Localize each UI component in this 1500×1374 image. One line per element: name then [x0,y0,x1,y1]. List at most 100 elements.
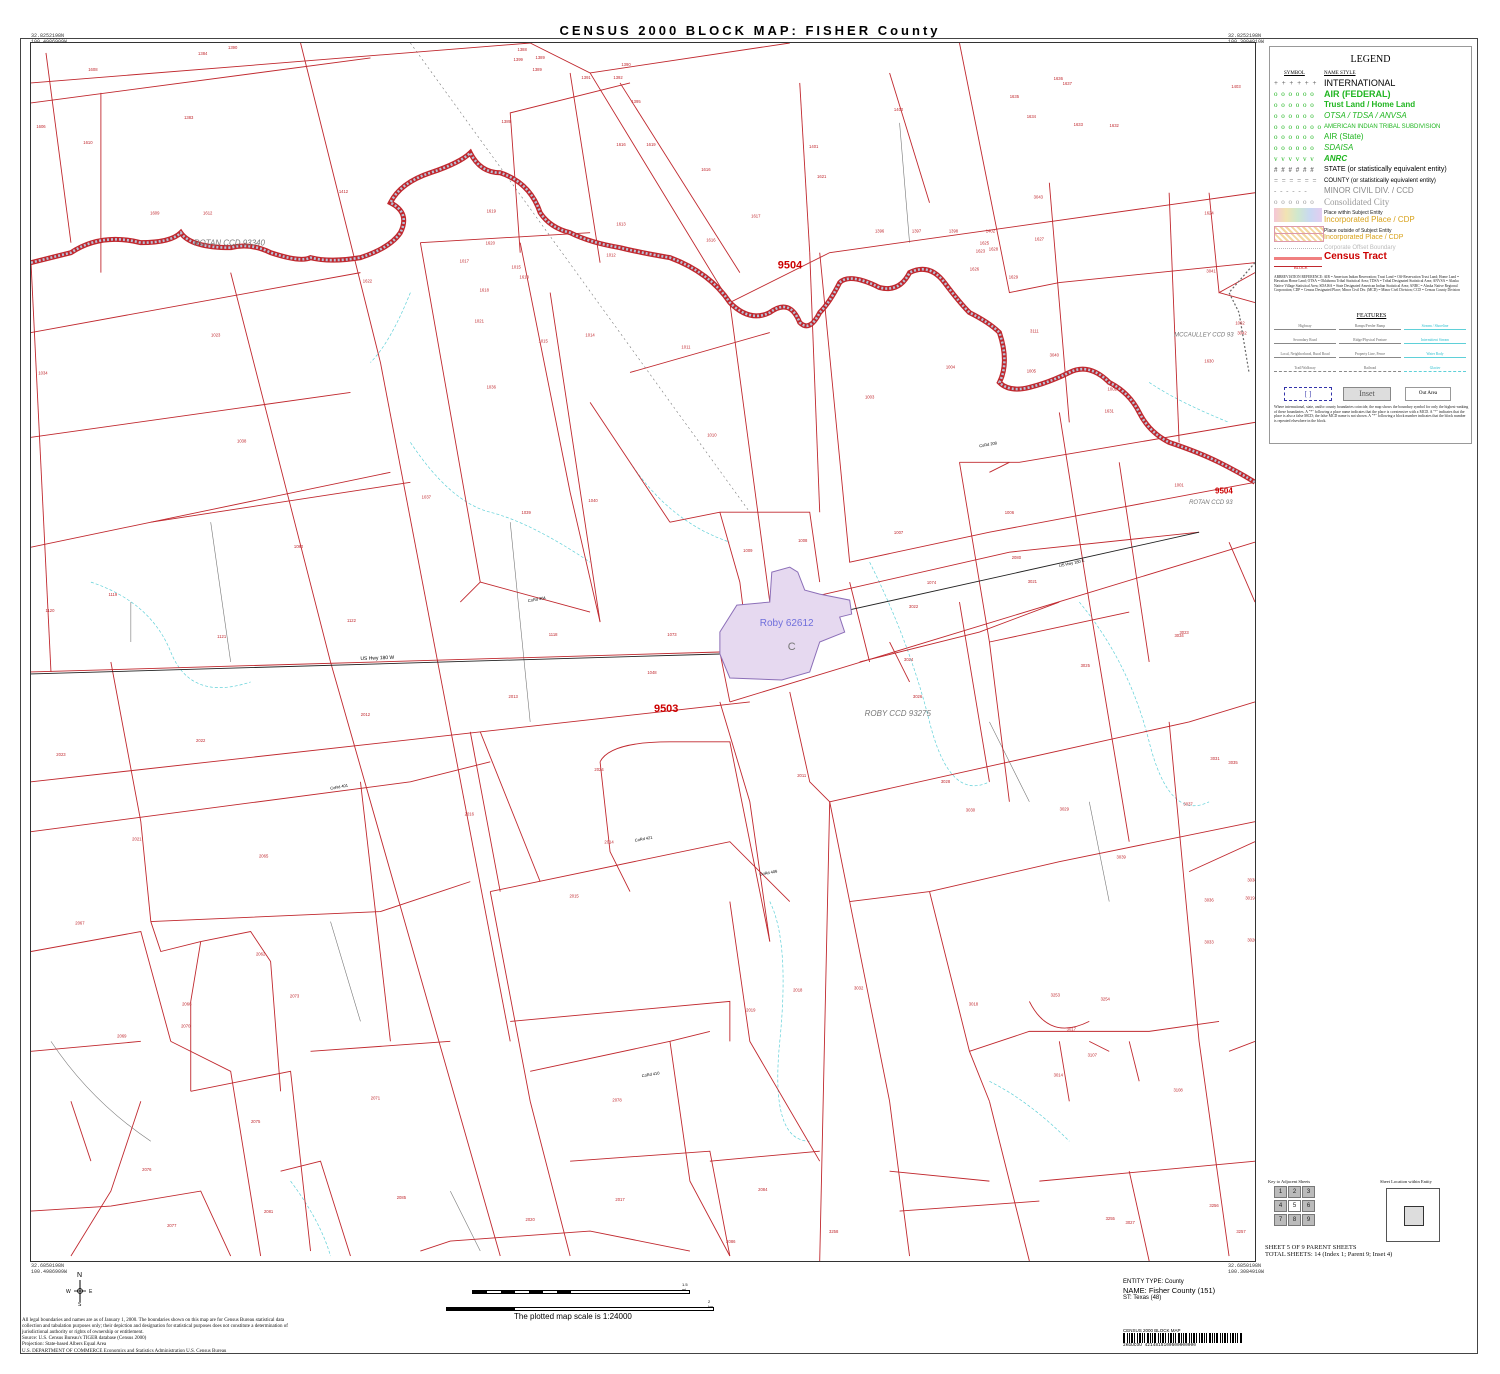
barcode-bar [1183,1333,1184,1343]
barcode-bar [1214,1333,1215,1343]
block-number-label: 2086 [726,1239,736,1244]
block-number-label: 1616 [701,167,711,172]
adjacent-sheet-cell[interactable]: 9 [1302,1214,1315,1226]
major-roads [31,531,1200,675]
block-number-label: 3014 [1054,1072,1064,1077]
legend-name-header: NAME STYLE [1324,71,1356,76]
adjacent-sheet-cell[interactable]: 8 [1288,1214,1301,1226]
scale-segment [543,1291,557,1293]
legend-name: INTERNATIONAL [1324,78,1396,88]
block-number-label: 1120 [45,608,55,613]
barcode-bar [1222,1333,1223,1343]
feature-item: Highway [1274,323,1336,330]
block-number-label: 1630 [1204,358,1214,363]
county-line-river [31,148,1255,485]
block-number-label: 1613 [616,222,626,227]
feature-item: Local, Neighborhood, Rural Road [1274,351,1336,358]
barcode-bar [1142,1333,1143,1343]
block-number-label: 2070 [181,1023,191,1028]
block-map[interactable]: 1384 1388 1399 1608 1606 1389 1389 1390 1390 1392… [30,42,1256,1262]
block-number-label: 3035 [1228,760,1238,765]
legend-symbol: o o o o o o [1274,133,1315,141]
barcode-bar [1191,1333,1192,1343]
legend-symbol [1274,233,1324,242]
inset-box: Inset [1343,387,1391,401]
block-number-label: 1062 [1235,321,1245,326]
block-number-label: 2021 [132,837,142,842]
adjacent-sheet-cell[interactable]: 1 [1274,1186,1287,1198]
block-number-label: 1074 [927,580,937,585]
sheet-total: TOTAL SHEETS: 14 (Index 1; Parent 9; Ins… [1265,1251,1393,1258]
adjacent-sheet-cell[interactable]: 3 [1302,1186,1315,1198]
block-number-label: 1039 [522,510,532,515]
barcode-bar [1212,1333,1213,1343]
scale-km-unit: 2 km [708,1299,714,1309]
block-number-label: 2013 [509,694,519,699]
block-number-label: 1389 [536,55,546,60]
block-number-label: 1627 [1035,237,1045,242]
scale-segment [529,1291,543,1293]
block-number-label: 1619 [646,142,656,147]
barcode-bar [1170,1333,1172,1343]
adjacent-sheet-cell[interactable]: 4 [1274,1200,1287,1212]
key-adjacent-grid[interactable]: 123 456 789 [1274,1186,1316,1228]
adjacent-sheet-cell[interactable]: 7 [1274,1214,1287,1226]
legend-name: COUNTY (or statistically equivalent enti… [1324,178,1436,184]
sheet-location-box [1386,1188,1440,1242]
legend-name: MINOR CIVIL DIV. / CCD [1324,186,1414,195]
road-label: CoRd 410 [641,1070,660,1078]
block-number-label: 2012 [361,712,371,717]
barcode-bar [1206,1333,1207,1343]
block-number-label: 1392 [613,75,623,80]
block-number-label: 2066 [182,1001,192,1006]
census-tract-label: 9503 [654,703,678,715]
compass-rose-icon [74,1280,86,1302]
compass-e: E [89,1289,93,1295]
legend-footnote: Where international, state, and/or count… [1274,405,1469,423]
block-number-label: 3025 [1081,663,1091,668]
block-number-label: 2078 [612,1097,622,1102]
barcode-bar [1129,1333,1130,1343]
legend-name: Incorporated Place / CDP [1324,234,1404,241]
block-number-label: 2067 [75,921,85,926]
block-number-label: 3257 [1236,1229,1246,1234]
barcode-bar [1147,1333,1149,1343]
block-number-label: 1023 [211,333,221,338]
adjacent-sheet-cell[interactable]: 6 [1302,1200,1315,1212]
block-number-label: 3032 [854,985,864,990]
block-number-label: 1004 [946,364,956,369]
legend-symbol: o o o o o o [1274,90,1315,98]
legend-name: AIR (State) [1324,132,1364,141]
coord-bottom-right: 32.6850198N 100.3084910W [1228,1263,1265,1275]
block-number-label: 1001 [1174,482,1184,487]
block-number-label: 1122 [347,618,357,623]
barcode-bar [1137,1333,1138,1343]
block-number-label: 2076 [142,1167,152,1172]
legend-symbol: v v v v v v [1274,155,1315,163]
barcode-bar [1235,1333,1236,1343]
legend-name: BLOCK [1294,265,1308,270]
ccd-label: ROTAN CCD 93 [1189,500,1233,506]
block-number-label: 1007 [894,530,904,535]
adjacent-sheet-cell[interactable]: 5 [1288,1200,1301,1212]
block-number-label: 2018 [793,987,803,992]
adjacent-sheet-cell[interactable]: 2 [1288,1186,1301,1198]
barcode-bar [1168,1333,1169,1343]
block-number-label: 2015 [569,894,579,899]
legend-name: Consolidated City [1324,197,1390,207]
block-number-label: 3036 [1204,898,1214,903]
feature-item: Trail/Walkway [1274,365,1336,372]
block-number-label: 2014 [604,840,614,845]
block-number-label: 2023 [56,752,66,757]
legend-row: + + + + + + INTERNATIONAL [1270,78,1473,89]
block-number-label: 1388 [518,47,528,52]
block-number-label: 3021 [1028,579,1038,584]
projection-note: Projection: State-based Albers Equal Are… [22,1342,107,1347]
block-number-label: 2077 [167,1223,177,1228]
block-number-label: 1036 [487,384,497,389]
block-number-label: 2022 [196,738,206,743]
block-number-label: 1402 [986,229,996,234]
road-label: CoRd 406 [759,868,778,876]
block-number-label: 1628 [989,247,999,252]
block-number-label: 1073 [667,632,677,637]
